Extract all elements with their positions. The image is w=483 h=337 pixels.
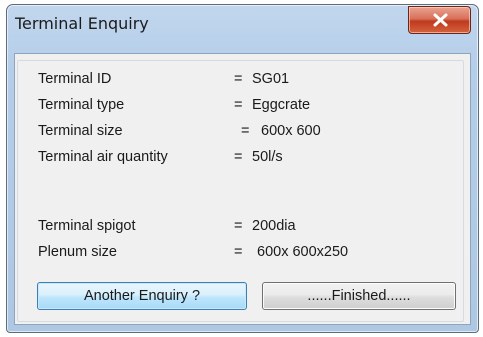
finished-button[interactable]: ......Finished......	[262, 282, 456, 310]
field-value: 600x 600x250	[257, 244, 349, 260]
equals-sign: =	[241, 123, 250, 139]
equals-sign: =	[234, 149, 243, 165]
field-value: 200dia	[252, 218, 296, 234]
another-enquiry-button[interactable]: Another Enquiry ?	[37, 282, 247, 310]
equals-sign: =	[234, 71, 243, 87]
field-label: Terminal size	[38, 123, 123, 139]
field-label: Terminal air quantity	[38, 149, 168, 165]
field-label: Terminal spigot	[38, 218, 136, 234]
equals-sign: =	[234, 97, 243, 113]
close-icon	[433, 13, 448, 27]
close-button[interactable]	[408, 6, 471, 34]
window-title: Terminal Enquiry	[15, 14, 149, 33]
field-value: 50l/s	[252, 149, 283, 165]
field-label: Terminal ID	[38, 71, 112, 87]
field-label: Plenum size	[38, 244, 117, 260]
equals-sign: =	[234, 218, 243, 234]
dialog-window: Terminal Enquiry Terminal ID = SG01 Term…	[6, 4, 479, 333]
field-value: SG01	[252, 71, 290, 87]
equals-sign: =	[234, 244, 243, 260]
field-label: Terminal type	[38, 97, 125, 113]
field-value: Eggcrate	[252, 97, 311, 113]
dialog-content: Terminal ID = SG01 Terminal type = Eggcr…	[14, 53, 471, 325]
field-value: 600x 600	[261, 123, 321, 139]
